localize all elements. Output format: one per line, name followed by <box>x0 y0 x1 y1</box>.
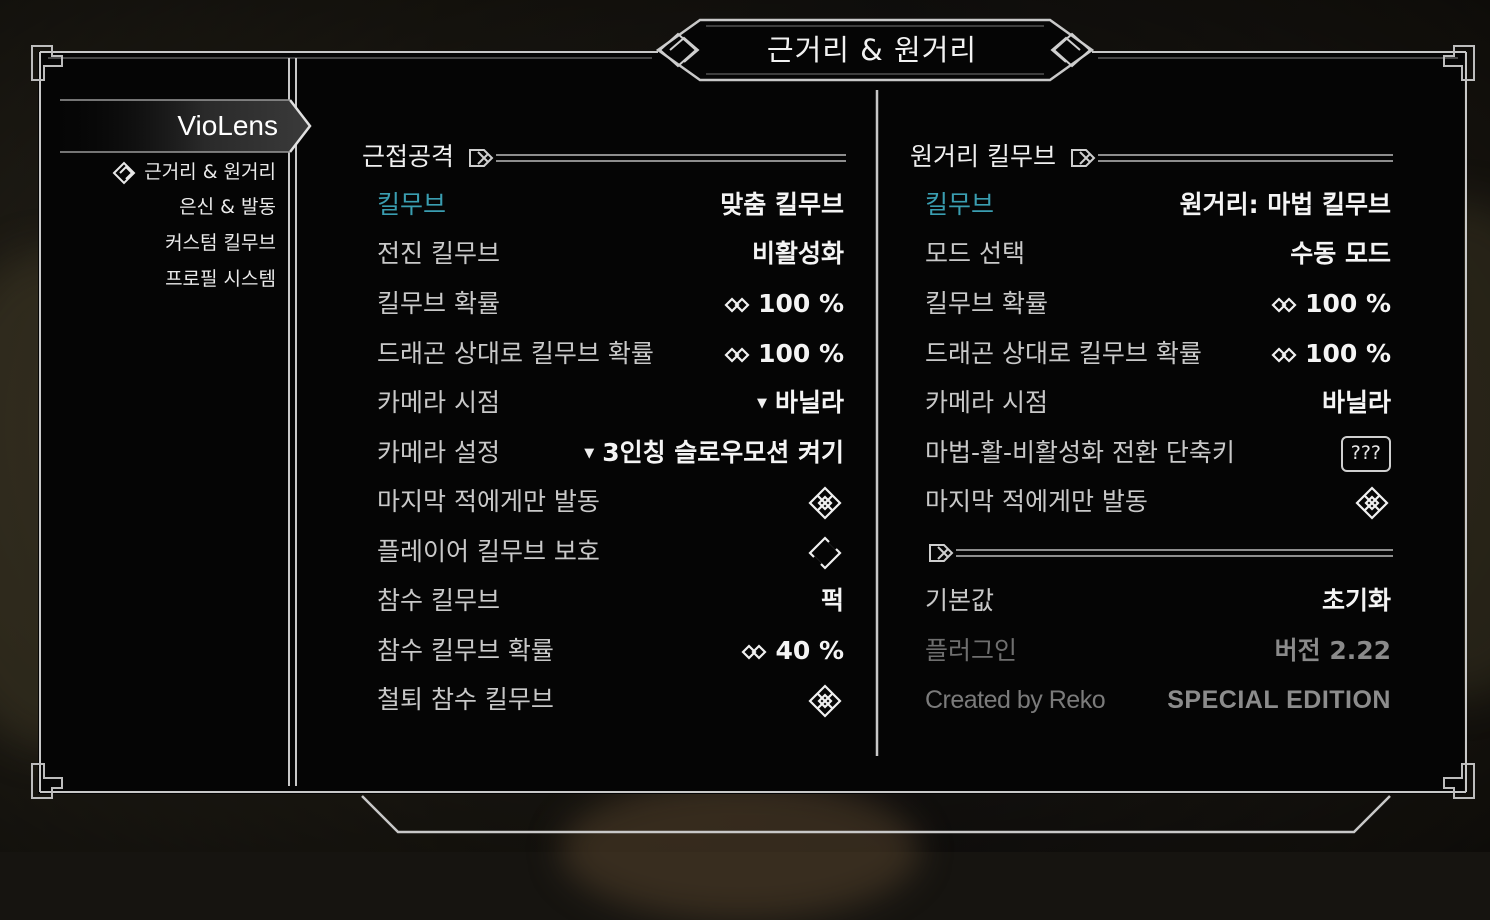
option-label: 마지막 적에게만 발동 <box>377 487 600 516</box>
option-row-defaults[interactable]: 기본값 초기화 <box>925 578 1391 624</box>
option-value: 맞춤 킬무브 <box>720 190 844 219</box>
option-label: 킬무브 <box>925 190 995 219</box>
selected-diamond-icon <box>112 161 136 185</box>
option-row-camera-setting[interactable]: 카메라 설정 ▼ 3인칭 슬로우모션 켜기 <box>377 430 844 476</box>
option-row-killmove-chance[interactable]: 킬무브 확률 100 % <box>377 281 844 327</box>
option-row-ranged-killmove-chance[interactable]: 킬무브 확률 100 % <box>925 281 1391 327</box>
option-label: 전진 킬무브 <box>377 239 500 268</box>
option-value: 3인칭 슬로우모션 켜기 <box>602 438 844 467</box>
edition-label: SPECIAL EDITION <box>1167 686 1391 714</box>
credits-label: Created by Reko <box>925 686 1106 714</box>
option-label: 킬무브 확률 <box>377 289 500 318</box>
option-row-mode-select[interactable]: 모드 선택 수동 모드 <box>925 231 1391 277</box>
option-value: 100 % <box>1305 339 1391 368</box>
hotkey-box[interactable]: ??? <box>1340 436 1391 472</box>
page-title: 근거리 & 원거리 <box>766 33 978 67</box>
option-label: 드래곤 상대로 킬무브 확률 <box>925 339 1202 368</box>
section-header-ranged: 원거리 킬무브 <box>910 142 1056 171</box>
slider-knot-icon <box>1271 297 1297 313</box>
option-value: 바닐라 <box>1321 388 1391 417</box>
option-row-forward-killmove[interactable]: 전진 킬무브 비활성화 <box>377 231 844 277</box>
option-label: 킬무브 확률 <box>925 289 1048 318</box>
mod-name-tab[interactable]: VioLens <box>48 100 288 152</box>
option-row-ranged-camera-view[interactable]: 카메라 시점 바닐라 <box>925 380 1391 426</box>
option-row-ranged-killmove[interactable]: 킬무브 원거리: 마법 킬무브 <box>925 182 1391 228</box>
option-row-credits: Created by Reko SPECIAL EDITION <box>925 677 1391 723</box>
option-row-plugin-version: 플러그인 버전 2.22 <box>925 628 1391 674</box>
option-label: 기본값 <box>925 586 995 615</box>
version-value: 버전 2.22 <box>1274 636 1391 665</box>
sidebar-item-melee-ranged[interactable]: 근거리 & 원거리 <box>144 155 276 189</box>
option-label: 마법-활-비활성화 전환 단축키 <box>925 438 1235 467</box>
option-row-player-killmove-protection[interactable]: 플레이어 킬무브 보호 <box>377 529 844 575</box>
slider-knot-icon <box>1271 347 1297 363</box>
option-row-decapitation-killmove[interactable]: 참수 킬무브 퍽 <box>377 578 844 624</box>
option-label: 참수 킬무브 확률 <box>377 636 554 665</box>
option-value: 100 % <box>758 339 844 368</box>
option-value: 퍽 <box>820 586 844 615</box>
option-row-mace-decapitation[interactable]: 철퇴 참수 킬무브 <box>377 677 844 723</box>
checked-knot-icon[interactable] <box>808 486 842 520</box>
option-label: 모드 선택 <box>925 239 1025 268</box>
option-row-dragon-killmove-chance[interactable]: 드래곤 상대로 킬무브 확률 100 % <box>377 331 844 377</box>
option-label: 카메라 시점 <box>377 388 500 417</box>
option-value: 수동 모드 <box>1290 239 1391 268</box>
option-label: 마지막 적에게만 발동 <box>925 487 1148 516</box>
option-row-toggle-hotkey[interactable]: 마법-활-비활성화 전환 단축키 ??? <box>925 430 1391 476</box>
option-value: 40 % <box>775 636 844 665</box>
option-label: 플러그인 <box>925 636 1018 665</box>
unchecked-diamond-icon[interactable] <box>808 536 842 570</box>
option-value: 100 % <box>758 289 844 318</box>
option-value: 원거리: 마법 킬무브 <box>1179 190 1391 219</box>
option-label: 카메라 시점 <box>925 388 1048 417</box>
option-row-ranged-last-enemy-only[interactable]: 마지막 적에게만 발동 <box>925 479 1391 525</box>
checked-knot-icon[interactable] <box>1355 486 1389 520</box>
option-value: 바닐라 <box>774 388 844 417</box>
dropdown-triangle-icon: ▼ <box>756 396 767 411</box>
option-row-ranged-dragon-chance[interactable]: 드래곤 상대로 킬무브 확률 100 % <box>925 331 1391 377</box>
slider-knot-icon <box>741 644 768 660</box>
option-label: 철퇴 참수 킬무브 <box>377 685 554 714</box>
option-row-decapitation-chance[interactable]: 참수 킬무브 확률 40 % <box>377 628 844 674</box>
dropdown-triangle-icon: ▼ <box>584 446 595 461</box>
option-value: 100 % <box>1305 289 1391 318</box>
sidebar-item-profile-system[interactable]: 프로필 시스템 <box>165 262 276 296</box>
option-row-camera-view[interactable]: 카메라 시점 ▼ 바닐라 <box>377 380 844 426</box>
sidebar-item-stealth-trigger[interactable]: 은신 & 발동 <box>179 190 276 224</box>
option-value: 비활성화 <box>751 239 844 268</box>
option-label: 킬무브 <box>377 190 447 219</box>
option-label: 플레이어 킬무브 보호 <box>377 537 600 566</box>
sidebar-item-custom-killmove[interactable]: 커스텀 킬무브 <box>165 226 276 260</box>
option-label: 카메라 설정 <box>377 438 500 467</box>
checked-knot-icon[interactable] <box>808 684 842 718</box>
reset-button[interactable]: 초기화 <box>1322 578 1391 624</box>
option-row-killmove[interactable]: 킬무브 맞춤 킬무브 <box>377 182 844 228</box>
option-label: 드래곤 상대로 킬무브 확률 <box>377 339 654 368</box>
slider-knot-icon <box>724 347 750 363</box>
option-label: 참수 킬무브 <box>377 586 500 615</box>
slider-knot-icon <box>724 297 750 313</box>
option-row-last-enemy-only[interactable]: 마지막 적에게만 발동 <box>377 479 844 525</box>
section-header-melee: 근접공격 <box>362 142 455 171</box>
